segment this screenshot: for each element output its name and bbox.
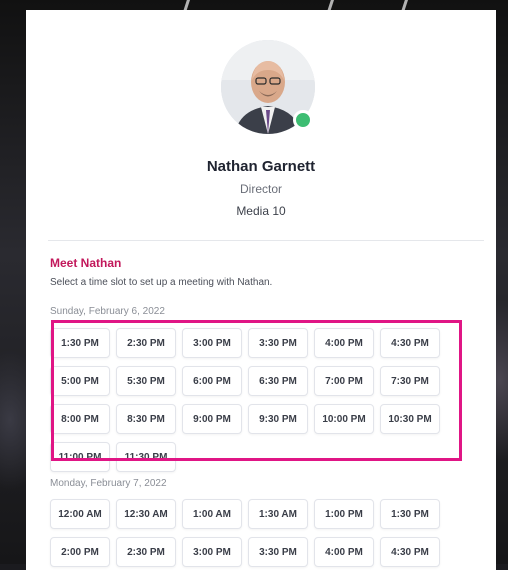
time-slot-button[interactable]: 11:30 PM (116, 442, 176, 472)
online-status-dot (293, 110, 313, 130)
avatar-container (221, 40, 315, 134)
time-slot-button[interactable]: 5:00 PM (50, 366, 110, 396)
time-slot-button[interactable]: 11:00 PM (50, 442, 110, 472)
time-slot-button[interactable]: 8:30 PM (116, 404, 176, 434)
time-slot-button[interactable]: 10:00 PM (314, 404, 374, 434)
date-label-monday: Monday, February 7, 2022 (50, 478, 167, 489)
profile-title: Director (239, 182, 282, 196)
time-slot-button[interactable]: 1:30 PM (50, 328, 110, 358)
slot-grid-sunday: 1:30 PM 2:30 PM 3:00 PM 3:30 PM 4:00 PM … (50, 328, 440, 472)
time-slot-button[interactable]: 3:30 PM (248, 328, 308, 358)
profile-card: Nathan Garnett Director Media 10 Meet Na… (26, 10, 496, 570)
time-slot-button[interactable]: 4:30 PM (380, 537, 440, 567)
time-slot-button[interactable]: 9:30 PM (248, 404, 308, 434)
time-slot-button[interactable]: 10:30 PM (380, 404, 440, 434)
time-slot-button[interactable]: 4:00 PM (314, 328, 374, 358)
time-slot-button[interactable]: 4:00 PM (314, 537, 374, 567)
meet-description: Select a time slot to set up a meeting w… (50, 277, 273, 288)
time-slot-button[interactable]: 1:00 AM (182, 499, 242, 529)
time-slot-button[interactable]: 2:30 PM (116, 537, 176, 567)
time-slot-button[interactable]: 7:30 PM (380, 366, 440, 396)
section-divider (48, 240, 484, 241)
time-slot-button[interactable]: 12:30 AM (116, 499, 176, 529)
time-slot-button[interactable]: 1:00 PM (314, 499, 374, 529)
time-slot-button[interactable]: 7:00 PM (314, 366, 374, 396)
time-slot-button[interactable]: 4:30 PM (380, 328, 440, 358)
time-slot-button[interactable]: 9:00 PM (182, 404, 242, 434)
time-slot-button[interactable]: 6:00 PM (182, 366, 242, 396)
time-slot-button[interactable]: 12:00 AM (50, 499, 110, 529)
profile-company: Media 10 (236, 204, 286, 218)
slot-grid-monday: 12:00 AM 12:30 AM 1:00 AM 1:30 AM 1:00 P… (50, 499, 440, 567)
time-slot-button[interactable]: 2:30 PM (116, 328, 176, 358)
time-slot-button[interactable]: 2:00 PM (50, 537, 110, 567)
date-label-sunday: Sunday, February 6, 2022 (50, 306, 165, 317)
time-slot-button[interactable]: 1:30 PM (380, 499, 440, 529)
meet-heading: Meet Nathan (50, 256, 122, 270)
time-slot-button[interactable]: 8:00 PM (50, 404, 110, 434)
time-slot-button[interactable]: 3:00 PM (182, 537, 242, 567)
time-slot-button[interactable]: 6:30 PM (248, 366, 308, 396)
time-slot-button[interactable]: 3:30 PM (248, 537, 308, 567)
time-slot-button[interactable]: 5:30 PM (116, 366, 176, 396)
profile-name: Nathan Garnett (206, 158, 316, 175)
time-slot-button[interactable]: 1:30 AM (248, 499, 308, 529)
time-slot-button[interactable]: 3:00 PM (182, 328, 242, 358)
